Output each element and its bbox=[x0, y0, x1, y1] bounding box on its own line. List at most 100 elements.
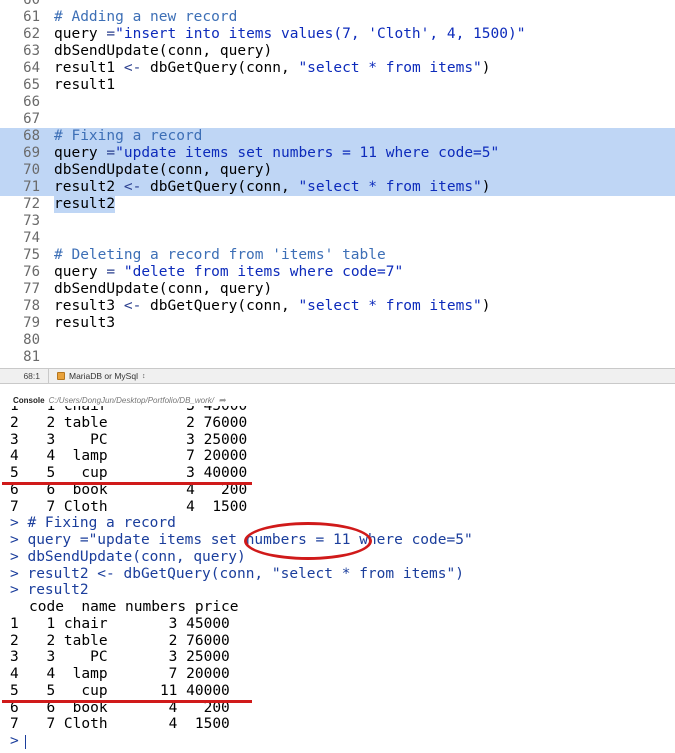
console-output-line: code name numbers price bbox=[0, 599, 675, 616]
pane-divider[interactable] bbox=[0, 384, 675, 394]
code-token: <- bbox=[123, 179, 142, 195]
console-output-line: 1 1 chair 3 45000 bbox=[0, 406, 675, 415]
row-values: 1 chair 3 45000 bbox=[29, 615, 230, 632]
editor-line[interactable]: 60 bbox=[0, 0, 675, 9]
editor-line[interactable]: 63 dbSendUpdate(conn, query) bbox=[0, 43, 675, 60]
row-values: 3 PC 3 25000 bbox=[29, 431, 248, 448]
editor-line[interactable]: 68 # Fixing a record bbox=[0, 128, 675, 145]
editor-line[interactable]: 61 # Adding a new record bbox=[0, 9, 675, 26]
code-token: # Adding a new record bbox=[54, 9, 238, 25]
code-token: dbSendUpdate(conn, query) bbox=[54, 281, 273, 297]
cursor-position: 68:1 bbox=[0, 369, 49, 383]
editor-line[interactable]: 65 result1 bbox=[0, 77, 675, 94]
editor-line[interactable]: 77 dbSendUpdate(conn, query) bbox=[0, 281, 675, 298]
code-token: dbGetQuery(conn, bbox=[141, 298, 299, 314]
code-text: dbSendUpdate(conn, query) bbox=[54, 281, 272, 298]
console-lines: 1 1 chair 3 45000 2 2 table 2 76000 3 3 PC… bbox=[0, 406, 675, 750]
code-token: dbSendUpdate(conn, query) bbox=[54, 162, 273, 178]
editor-line[interactable]: 64 result1 <- dbGetQuery(conn, "select * … bbox=[0, 60, 675, 77]
console-command-line: > result2 <- dbGetQuery(conn, "select * … bbox=[0, 566, 675, 583]
console-output-line: 3 3 PC 3 25000 bbox=[0, 649, 675, 666]
editor-line[interactable]: 80 bbox=[0, 332, 675, 349]
row-index: 3 bbox=[10, 649, 19, 666]
editor-line[interactable]: 76 query = "delete from items where code=… bbox=[0, 264, 675, 281]
line-number: 68 bbox=[23, 128, 40, 144]
console-output-line: 1 1 chair 3 45000 bbox=[0, 616, 675, 633]
go-to-directory-icon[interactable]: ➦ bbox=[219, 395, 227, 406]
code-token: "insert into items values(7, 'Cloth', 4,… bbox=[115, 26, 526, 42]
row-index: 5 bbox=[10, 465, 19, 481]
editor-line[interactable]: 75 # Deleting a record from 'items' table bbox=[0, 247, 675, 264]
code-token: query bbox=[54, 145, 107, 161]
line-number: 67 bbox=[23, 111, 40, 127]
row-index: 3 bbox=[10, 431, 19, 448]
editor-line[interactable]: 74 bbox=[0, 230, 675, 247]
command-text: > # Fixing a record bbox=[10, 515, 176, 532]
code-token: result2 bbox=[54, 179, 124, 195]
editor-line[interactable]: 81 bbox=[0, 349, 675, 366]
code-text: result2 bbox=[54, 196, 116, 213]
code-text: query ="insert into items values(7, 'Clo… bbox=[54, 26, 525, 43]
code-text: result3 <- dbGetQuery(conn, "select * fr… bbox=[54, 298, 491, 315]
code-token: "update items set numbers = 11 where cod… bbox=[115, 145, 500, 161]
editor-line[interactable]: 66 bbox=[0, 94, 675, 111]
line-number: 77 bbox=[23, 281, 40, 297]
code-token: <- bbox=[123, 60, 142, 76]
line-number: 70 bbox=[23, 162, 40, 178]
code-token: "select * from items" bbox=[298, 179, 482, 195]
console-output-line: 2 2 table 2 76000 bbox=[0, 633, 675, 650]
console-output-line: 5 5 cup 3 40000 bbox=[0, 465, 675, 482]
editor-line[interactable]: 71 result2 <- dbGetQuery(conn, "select * … bbox=[0, 179, 675, 196]
code-token: "select * from items" bbox=[298, 298, 482, 314]
editor-line[interactable]: 72 result2 bbox=[0, 196, 675, 213]
row-index: 5 bbox=[10, 682, 19, 699]
code-text: result1 bbox=[54, 77, 115, 94]
code-token: result1 bbox=[54, 60, 124, 76]
highlight-underline-before bbox=[2, 482, 252, 485]
line-number: 72 bbox=[23, 196, 40, 212]
row-values: 7 Cloth 4 1500 bbox=[29, 498, 248, 515]
code-text: # Deleting a record from 'items' table bbox=[54, 247, 386, 264]
code-token: = bbox=[106, 145, 116, 161]
console-prompt[interactable]: > bbox=[10, 733, 19, 750]
highlight-underline-after bbox=[2, 700, 252, 703]
code-text: result2 <- dbGetQuery(conn, "select * fr… bbox=[54, 179, 491, 196]
language-mode-label: MariaDB or MySql bbox=[69, 371, 138, 381]
code-token: # Deleting a record from 'items' table bbox=[54, 247, 386, 263]
line-number: 64 bbox=[23, 60, 40, 76]
editor-line[interactable]: 73 bbox=[0, 213, 675, 230]
script-editor[interactable]: 60 61 # Adding a new record 62 query ="inser… bbox=[0, 0, 675, 368]
console-output-line: 4 4 lamp 7 20000 bbox=[0, 448, 675, 465]
code-token: result3 bbox=[54, 315, 116, 331]
editor-line[interactable]: 69 query ="update items set numbers = 11 … bbox=[0, 145, 675, 162]
command-text: > result2 bbox=[10, 582, 89, 599]
code-token: ) bbox=[481, 179, 491, 195]
line-number: 79 bbox=[23, 315, 40, 331]
row-index: 1 bbox=[10, 406, 19, 414]
code-token: result1 bbox=[54, 77, 116, 93]
language-mode-select[interactable]: MariaDB or MySql ↕ bbox=[49, 369, 145, 383]
database-icon bbox=[57, 372, 65, 380]
editor-line[interactable]: 67 bbox=[0, 111, 675, 128]
row-index: 2 bbox=[10, 632, 19, 649]
editor-line[interactable]: 62 query ="insert into items values(7, 'C… bbox=[0, 26, 675, 43]
line-number: 63 bbox=[23, 43, 40, 59]
line-number: 74 bbox=[23, 230, 40, 246]
editor-line[interactable]: 78 result3 <- dbGetQuery(conn, "select * … bbox=[0, 298, 675, 315]
editor-line[interactable]: 70 dbSendUpdate(conn, query) bbox=[0, 162, 675, 179]
console-command-line: > bbox=[0, 733, 675, 750]
code-token: dbGetQuery(conn, bbox=[141, 60, 299, 76]
line-number: 78 bbox=[23, 298, 40, 314]
row-values: 7 Cloth 4 1500 bbox=[29, 716, 230, 733]
code-text: result3 bbox=[54, 315, 115, 332]
code-text: query ="update items set numbers = 11 wh… bbox=[54, 145, 499, 162]
row-values: 5 cup 3 40000 bbox=[29, 465, 248, 481]
code-token: ) bbox=[481, 60, 491, 76]
code-token: "delete from items where code=7" bbox=[123, 264, 404, 280]
line-number: 66 bbox=[23, 94, 40, 110]
console-output-line: 2 2 table 2 76000 bbox=[0, 415, 675, 432]
row-values: 2 table 2 76000 bbox=[29, 632, 230, 649]
command-text: > result2 <- dbGetQuery(conn, "select * … bbox=[10, 565, 464, 582]
editor-line[interactable]: 79 result3 bbox=[0, 315, 675, 332]
line-number: 80 bbox=[23, 332, 40, 348]
